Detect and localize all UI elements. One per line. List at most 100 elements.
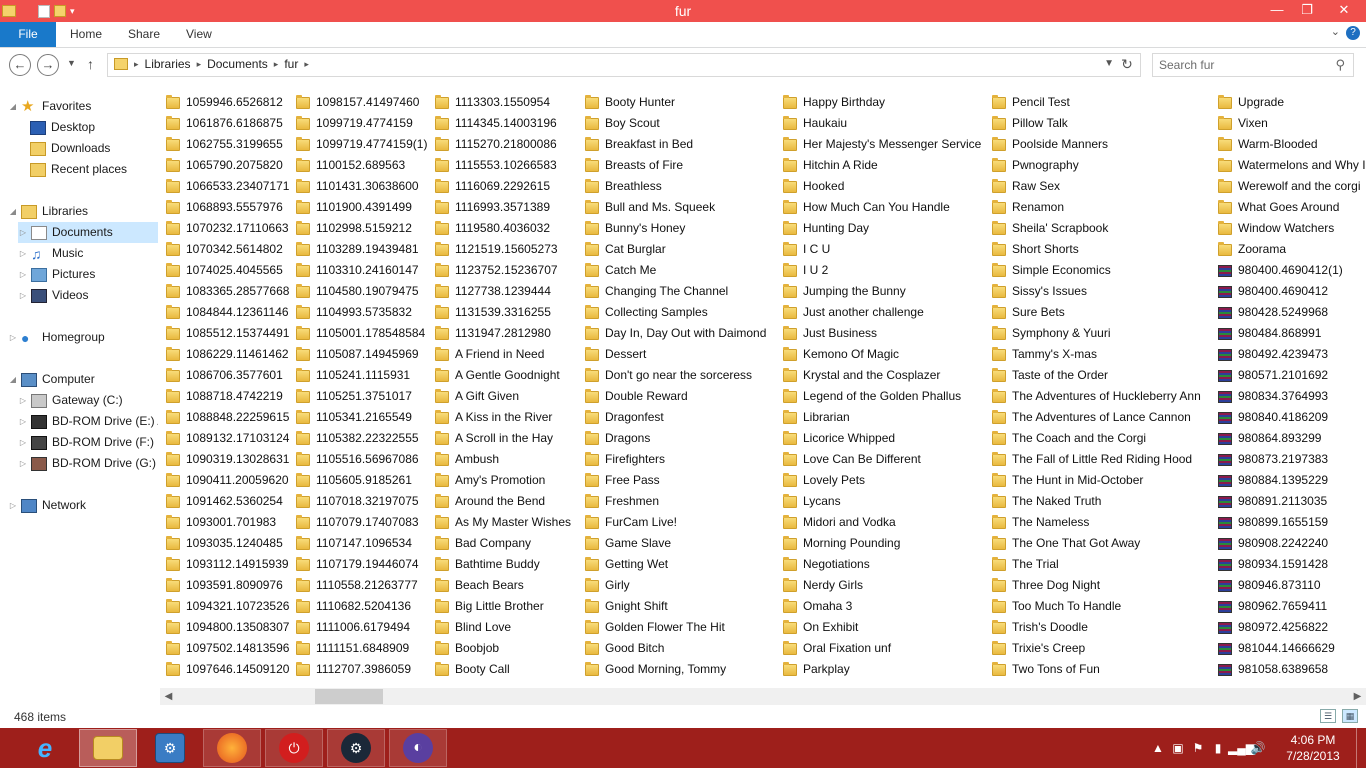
nav-drive-c[interactable]: ▷ Gateway (C:): [18, 390, 123, 411]
folder-item[interactable]: Collecting Samples: [585, 302, 766, 323]
large-icons-view-icon[interactable]: ▦: [1342, 709, 1358, 723]
folder-item[interactable]: Upgrade: [1218, 92, 1366, 113]
folder-item[interactable]: Two Tons of Fun: [992, 659, 1201, 680]
folder-item[interactable]: 1059946.6526812: [166, 92, 289, 113]
folder-item[interactable]: Breasts of Fire: [585, 155, 766, 176]
breadcrumb-libraries[interactable]: Libraries: [145, 57, 191, 71]
folder-item[interactable]: The Hunt in Mid-October: [992, 470, 1201, 491]
folder-item[interactable]: Watermelons and Why I: [1218, 155, 1366, 176]
folder-item[interactable]: 1107147.1096534: [296, 533, 427, 554]
folder-item[interactable]: Krystal and the Cosplazer: [783, 365, 981, 386]
folder-item[interactable]: 1111006.6179494: [296, 617, 427, 638]
file-item[interactable]: 980864.893299: [1218, 428, 1366, 449]
folder-item[interactable]: 1099719.4774159: [296, 113, 427, 134]
folder-item[interactable]: Simple Economics: [992, 260, 1201, 281]
folder-item[interactable]: Sissy's Issues: [992, 281, 1201, 302]
folder-item[interactable]: 1070342.5614802: [166, 239, 289, 260]
folder-item[interactable]: A Kiss in the River: [435, 407, 571, 428]
folder-item[interactable]: 1105241.1115931: [296, 365, 427, 386]
folder-item[interactable]: Licorice Whipped: [783, 428, 981, 449]
folder-item[interactable]: The Nameless: [992, 512, 1201, 533]
folder-item[interactable]: Midori and Vodka: [783, 512, 981, 533]
folder-item[interactable]: Vixen: [1218, 113, 1366, 134]
file-item[interactable]: 980834.3764993: [1218, 386, 1366, 407]
folder-item[interactable]: Librarian: [783, 407, 981, 428]
nav-music[interactable]: ▷ ♫ Music: [18, 243, 83, 264]
breadcrumb-fur[interactable]: fur: [284, 57, 298, 71]
file-item[interactable]: 980840.4186209: [1218, 407, 1366, 428]
folder-item[interactable]: Hitchin A Ride: [783, 155, 981, 176]
firefox-taskbar-button[interactable]: [203, 729, 261, 767]
folder-item[interactable]: 1090319.13028631: [166, 449, 289, 470]
folder-item[interactable]: Gnight Shift: [585, 596, 766, 617]
tab-view[interactable]: View: [186, 22, 212, 47]
file-item[interactable]: 980400.4690412(1): [1218, 260, 1366, 281]
folder-item[interactable]: The Coach and the Corgi: [992, 428, 1201, 449]
folder-item[interactable]: 1090411.20059620: [166, 470, 289, 491]
folder-item[interactable]: Amy's Promotion: [435, 470, 571, 491]
scroll-left-icon[interactable]: ◀: [160, 688, 177, 705]
folder-item[interactable]: 1084844.12361146: [166, 302, 289, 323]
collapse-icon[interactable]: ◢: [8, 201, 18, 222]
folder-item[interactable]: 1110682.5204136: [296, 596, 427, 617]
expand-icon[interactable]: ▷: [18, 222, 28, 243]
folder-item[interactable]: Just Business: [783, 323, 981, 344]
folder-item[interactable]: 1111151.6848909: [296, 638, 427, 659]
folder-item[interactable]: 1113303.1550954: [435, 92, 571, 113]
folder-item[interactable]: Short Shorts: [992, 239, 1201, 260]
folder-item[interactable]: Booty Hunter: [585, 92, 766, 113]
folder-item[interactable]: FurCam Live!: [585, 512, 766, 533]
folder-item[interactable]: Love Can Be Different: [783, 449, 981, 470]
file-item[interactable]: 980400.4690412: [1218, 281, 1366, 302]
file-item[interactable]: 980492.4239473: [1218, 344, 1366, 365]
folder-item[interactable]: 1066533.23407171: [166, 176, 289, 197]
folder-item[interactable]: Bunny's Honey: [585, 218, 766, 239]
file-item[interactable]: 980946.873110: [1218, 575, 1366, 596]
battery-icon[interactable]: ▮: [1208, 741, 1228, 755]
breadcrumb-separator-icon[interactable]: ▸: [304, 59, 309, 70]
folder-item[interactable]: Nerdy Girls: [783, 575, 981, 596]
folder-item[interactable]: Haukaiu: [783, 113, 981, 134]
folder-item[interactable]: Symphony & Yuuri: [992, 323, 1201, 344]
recent-locations-icon[interactable]: ▼: [67, 58, 76, 68]
expand-icon[interactable]: ▷: [8, 327, 18, 348]
horizontal-scrollbar[interactable]: ◀ ▶: [160, 688, 1366, 705]
folder-item[interactable]: Hunting Day: [783, 218, 981, 239]
folder-item[interactable]: Lycans: [783, 491, 981, 512]
file-item[interactable]: 980899.1655159: [1218, 512, 1366, 533]
folder-item[interactable]: 1102998.5159212: [296, 218, 427, 239]
folder-item[interactable]: Golden Flower The Hit: [585, 617, 766, 638]
folder-item[interactable]: Cat Burglar: [585, 239, 766, 260]
folder-item[interactable]: Taste of the Order: [992, 365, 1201, 386]
folder-item[interactable]: Dessert: [585, 344, 766, 365]
power-app-taskbar-button[interactable]: ⏻: [265, 729, 323, 767]
folder-item[interactable]: Zoorama: [1218, 239, 1366, 260]
expand-icon[interactable]: ▷: [18, 390, 28, 411]
folder-item[interactable]: Omaha 3: [783, 596, 981, 617]
tray-app-icon[interactable]: ▣: [1168, 741, 1188, 755]
folder-item[interactable]: Raw Sex: [992, 176, 1201, 197]
folder-item[interactable]: The Naked Truth: [992, 491, 1201, 512]
folder-item[interactable]: What Goes Around: [1218, 197, 1366, 218]
folder-item[interactable]: The Fall of Little Red Riding Hood: [992, 449, 1201, 470]
folder-item[interactable]: 1107018.32197075: [296, 491, 427, 512]
show-desktop-button[interactable]: [1356, 728, 1366, 768]
tab-file[interactable]: File: [0, 22, 56, 47]
folder-item[interactable]: Pencil Test: [992, 92, 1201, 113]
breadcrumb-separator-icon[interactable]: ▸: [197, 59, 202, 70]
up-button[interactable]: ↑: [87, 56, 94, 72]
forward-button[interactable]: →: [37, 54, 59, 76]
scrollbar-thumb[interactable]: [315, 689, 383, 704]
expand-icon[interactable]: ▷: [18, 285, 28, 306]
file-item[interactable]: 980571.2101692: [1218, 365, 1366, 386]
file-item[interactable]: 980934.1591428: [1218, 554, 1366, 575]
folder-item[interactable]: 1100152.689563: [296, 155, 427, 176]
folder-item[interactable]: 1089132.17103124: [166, 428, 289, 449]
folder-item[interactable]: 1085512.15374491: [166, 323, 289, 344]
folder-item[interactable]: Booty Call: [435, 659, 571, 680]
folder-item[interactable]: 1101900.4391499: [296, 197, 427, 218]
folder-item[interactable]: 1070232.17110663: [166, 218, 289, 239]
minimize-button[interactable]: —: [1262, 0, 1292, 20]
nav-computer[interactable]: ◢ Computer: [8, 369, 95, 390]
folder-item[interactable]: 1121519.15605273: [435, 239, 571, 260]
